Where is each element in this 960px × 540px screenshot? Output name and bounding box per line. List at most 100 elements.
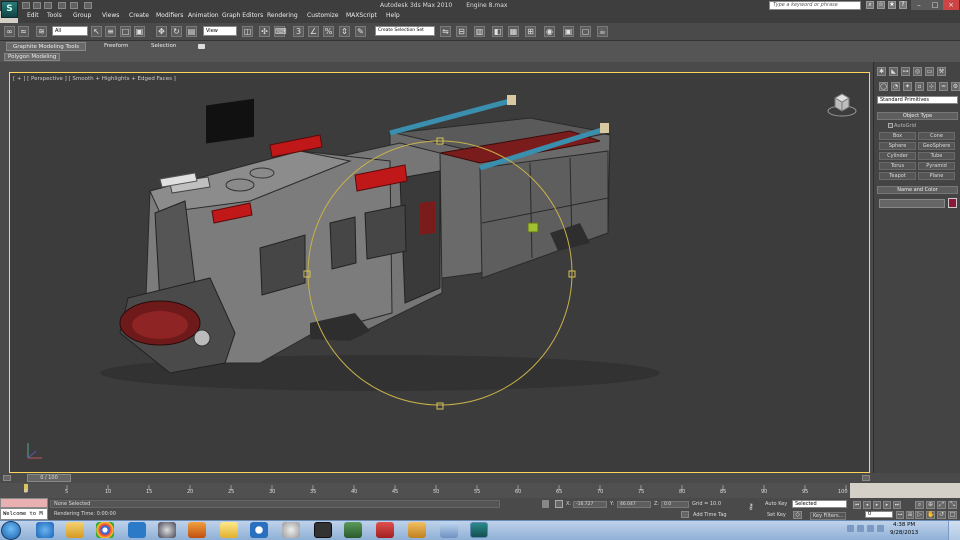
material-editor-icon[interactable]: ◉ — [544, 26, 555, 37]
next-frame-icon[interactable]: ▸ — [883, 501, 891, 509]
rect-selection-icon[interactable]: □ — [120, 26, 131, 37]
key-mode-dropdown[interactable]: Selected — [792, 500, 847, 508]
time-slider-track[interactable] — [0, 473, 960, 483]
perspective-viewport[interactable]: [ + ] [ Perspective ] [ Smooth + Highlig… — [9, 72, 870, 473]
menu-edit[interactable]: Edit — [27, 12, 39, 19]
app-icon[interactable] — [128, 522, 146, 538]
schematic-view-icon[interactable]: ⊞ — [525, 26, 536, 37]
spinner-snap-icon[interactable]: ⇕ — [339, 26, 350, 37]
menu-rendering[interactable]: Rendering — [267, 12, 298, 19]
set-key-icon[interactable]: ⚷ — [748, 503, 760, 511]
utilities-tab-icon[interactable]: ⚒ — [937, 67, 946, 76]
folder-icon[interactable] — [220, 522, 238, 538]
layer-manager-icon[interactable]: ▥ — [474, 26, 485, 37]
menu-help[interactable]: Help — [386, 12, 400, 19]
teapot-button[interactable]: Teapot — [879, 172, 916, 180]
select-manipulate-icon[interactable]: ✣ — [259, 26, 270, 37]
rotate-icon[interactable]: ↻ — [171, 26, 182, 37]
pan-icon[interactable]: ✋ — [926, 511, 935, 519]
x-coord-field[interactable]: -16.727 — [573, 501, 607, 508]
name-and-color-rollout[interactable]: Name and Color — [877, 186, 958, 194]
disc-icon[interactable] — [282, 522, 300, 538]
infocenter-icon[interactable]: ☆ — [877, 1, 885, 9]
percent-snap-icon[interactable]: % — [323, 26, 334, 37]
lights-icon[interactable]: ✦ — [903, 82, 912, 91]
key-filters-button[interactable]: Key Filters... — [810, 512, 847, 520]
cylinder-button[interactable]: Cylinder — [879, 152, 916, 160]
plane-button[interactable]: Plane — [918, 172, 955, 180]
tray-icon[interactable] — [867, 525, 874, 532]
play-icon[interactable]: ▸ — [873, 501, 881, 509]
viewcube-icon[interactable] — [827, 91, 857, 117]
undo-icon[interactable] — [58, 2, 66, 9]
minimize-button[interactable]: – — [911, 0, 927, 10]
tray-icon[interactable] — [857, 525, 864, 532]
menu-views[interactable]: Views — [102, 12, 119, 19]
auto-key-button[interactable]: Auto Key — [765, 500, 791, 509]
media-player-icon[interactable] — [188, 522, 206, 538]
add-time-tag-button[interactable]: Add Time Tag — [693, 512, 727, 518]
align-icon[interactable]: ⊟ — [456, 26, 467, 37]
autogrid-checkbox[interactable] — [888, 123, 893, 128]
reference-coord-dropdown[interactable]: View — [203, 26, 237, 36]
window-crossing-icon[interactable]: ▣ — [134, 26, 145, 37]
primitive-category-dropdown[interactable]: Standard Primitives — [877, 96, 958, 104]
save-file-icon[interactable] — [44, 2, 52, 9]
internet-explorer-icon[interactable] — [36, 522, 54, 538]
named-selection-dropdown[interactable]: Create Selection Set — [375, 26, 435, 36]
geometry-icon[interactable]: ◯ — [879, 82, 888, 91]
z-coord-field[interactable]: 0.0 — [661, 501, 689, 508]
y-coord-field[interactable]: 46.047 — [617, 501, 651, 508]
modify-tab-icon[interactable]: ◣ — [889, 67, 898, 76]
set-key-button[interactable]: Set Key — [767, 512, 786, 518]
graphite-toggle-icon[interactable]: ◧ — [492, 26, 503, 37]
absolute-relative-icon[interactable] — [555, 500, 563, 508]
key-mode-toggle-icon[interactable]: ⊶ — [896, 511, 904, 519]
scale-icon[interactable]: ▤ — [186, 26, 197, 37]
search-input[interactable]: Type a keyword or phrase — [769, 1, 861, 10]
angle-snap-icon[interactable]: ∠ — [308, 26, 319, 37]
motion-tab-icon[interactable]: ◎ — [913, 67, 922, 76]
zoom-icon[interactable]: ⌕ — [915, 501, 924, 509]
object-type-rollout[interactable]: Object Type — [877, 112, 958, 120]
menu-modifiers[interactable]: Modifiers — [156, 12, 183, 19]
previous-frame-icon[interactable]: ◂ — [863, 501, 871, 509]
object-name-field[interactable] — [879, 199, 945, 208]
maxscript-mini-listener[interactable]: Welcome to M — [0, 508, 48, 520]
terminal-icon[interactable] — [314, 522, 332, 538]
sphere-button[interactable]: Sphere — [879, 142, 916, 150]
key-icon[interactable]: ◇ — [793, 511, 802, 519]
file-explorer-icon[interactable] — [66, 522, 84, 538]
go-to-start-icon[interactable]: ⏮ — [853, 501, 861, 509]
display-tab-icon[interactable]: ▭ — [925, 67, 934, 76]
unlink-icon[interactable]: ≈ — [18, 26, 29, 37]
geosphere-button[interactable]: GeoSphere — [918, 142, 955, 150]
go-to-end-icon[interactable]: ⏭ — [893, 501, 901, 509]
fire-truck-model[interactable] — [10, 73, 870, 473]
pivot-center-icon[interactable]: ◫ — [242, 26, 253, 37]
time-tag-icon[interactable] — [681, 511, 689, 518]
open-file-icon[interactable] — [33, 2, 41, 9]
tray-icon[interactable] — [847, 525, 854, 532]
time-slider-next-icon[interactable] — [862, 475, 870, 481]
render-setup-icon[interactable]: ▣ — [563, 26, 574, 37]
media-icon[interactable] — [158, 522, 176, 538]
zoom-extents-all-icon[interactable]: ⤡ — [948, 501, 957, 509]
bind-spacewarp-icon[interactable]: ≋ — [36, 26, 47, 37]
snaps-toggle-icon[interactable]: 3 — [293, 26, 304, 37]
menu-customize[interactable]: Customize — [307, 12, 339, 19]
cameras-icon[interactable]: ▫ — [915, 82, 924, 91]
render-production-icon[interactable]: ☕ — [597, 26, 608, 37]
3ds-max-taskbar-icon[interactable] — [470, 522, 488, 538]
tab-graphite-modeling-tools[interactable]: Graphite Modeling Tools — [6, 42, 87, 51]
new-file-icon[interactable] — [22, 2, 30, 9]
search-icon[interactable]: ⌕ — [866, 1, 874, 9]
move-icon[interactable]: ✥ — [156, 26, 167, 37]
object-color-swatch[interactable] — [948, 198, 957, 208]
torus-button[interactable]: Torus — [879, 162, 916, 170]
pyramid-button[interactable]: Pyramid — [918, 162, 955, 170]
selection-filter-dropdown[interactable]: All — [52, 26, 88, 36]
image-viewer-icon[interactable] — [344, 522, 362, 538]
menu-animation[interactable]: Animation — [188, 12, 219, 19]
favorites-icon[interactable]: ★ — [888, 1, 896, 9]
